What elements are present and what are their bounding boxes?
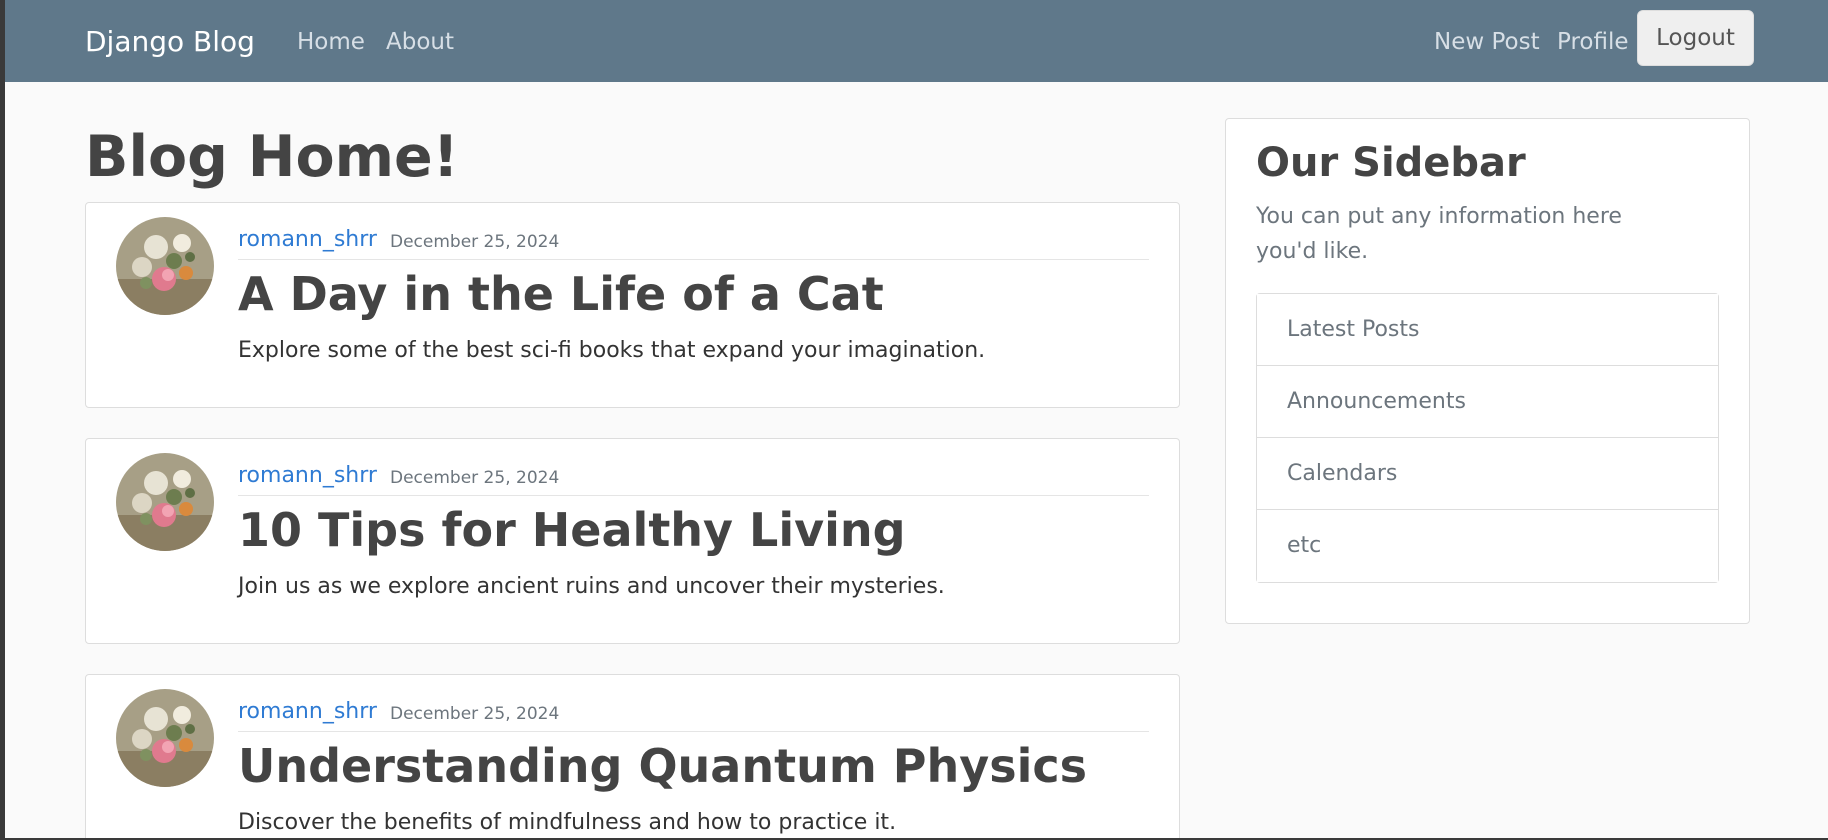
flower-painting-icon — [116, 689, 214, 787]
post-date: December 25, 2024 — [390, 468, 560, 488]
author-link[interactable]: romann_shrr — [238, 459, 377, 493]
nav-about-link[interactable]: About — [386, 24, 454, 60]
sidebar-list: Latest Posts Announcements Calendars etc — [1256, 293, 1719, 583]
article-content: Discover the benefits of mindfulness and… — [238, 810, 897, 835]
sidebar-description: You can put any information here you'd l… — [1256, 204, 1622, 264]
sidebar-item-calendars[interactable]: Calendars — [1257, 438, 1718, 510]
logout-button[interactable]: Logout — [1637, 10, 1754, 66]
author-link[interactable]: romann_shrr — [238, 223, 377, 257]
navbar: Django Blog Home About New Post Profile … — [5, 0, 1828, 82]
article-metadata: romann_shrr December 25, 2024 — [238, 223, 1149, 260]
article-title-link[interactable]: A Day in the Life of a Cat — [238, 265, 884, 323]
sidebar-item-latest-posts[interactable]: Latest Posts — [1257, 294, 1718, 366]
article-card: romann_shrr December 25, 2024 Understand… — [85, 674, 1180, 840]
article-card: romann_shrr December 25, 2024 10 Tips fo… — [85, 438, 1180, 644]
article-card: romann_shrr December 25, 2024 A Day in t… — [85, 202, 1180, 408]
article-metadata: romann_shrr December 25, 2024 — [238, 459, 1149, 496]
article-content: Join us as we explore ancient ruins and … — [238, 574, 945, 599]
sidebar-title: Our Sidebar — [1256, 140, 1526, 186]
flower-painting-icon — [116, 453, 214, 551]
nav-new-post-link[interactable]: New Post — [1434, 24, 1540, 60]
author-link[interactable]: romann_shrr — [238, 695, 377, 729]
article-title-link[interactable]: Understanding Quantum Physics — [238, 737, 1087, 795]
nav-profile-link[interactable]: Profile — [1557, 24, 1629, 60]
article-metadata: romann_shrr December 25, 2024 — [238, 695, 1149, 732]
flower-painting-icon — [116, 217, 214, 315]
article-title-link[interactable]: 10 Tips for Healthy Living — [238, 501, 906, 559]
author-avatar[interactable] — [116, 689, 214, 787]
brand-link[interactable]: Django Blog — [85, 22, 255, 62]
post-date: December 25, 2024 — [390, 232, 560, 252]
post-date: December 25, 2024 — [390, 704, 560, 724]
article-content: Explore some of the best sci-fi books th… — [238, 338, 986, 363]
author-avatar[interactable] — [116, 217, 214, 315]
window-edge — [0, 0, 5, 840]
sidebar: Our Sidebar You can put any information … — [1225, 118, 1750, 624]
nav-home-link[interactable]: Home — [297, 24, 365, 60]
sidebar-item-etc[interactable]: etc — [1257, 510, 1718, 582]
page-title: Blog Home! — [85, 124, 459, 190]
sidebar-item-announcements[interactable]: Announcements — [1257, 366, 1718, 438]
browser-viewport: Django Blog Home About New Post Profile … — [0, 0, 1828, 840]
author-avatar[interactable] — [116, 453, 214, 551]
